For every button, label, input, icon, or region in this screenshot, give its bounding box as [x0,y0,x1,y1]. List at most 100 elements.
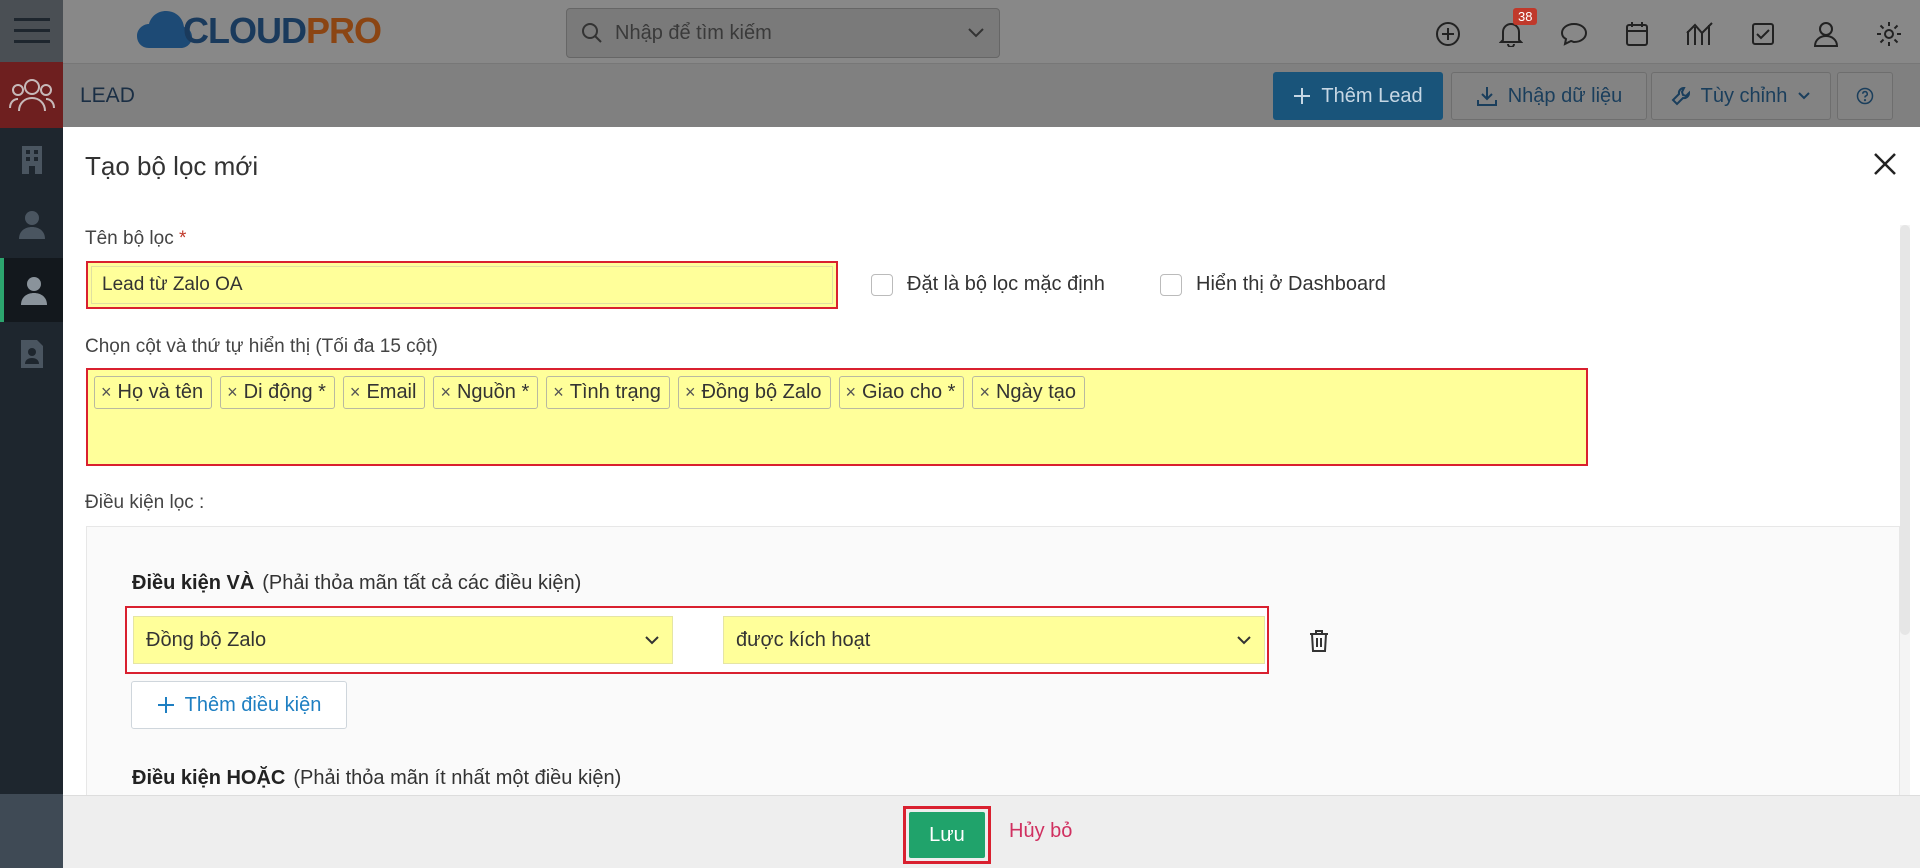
customize-dropdown[interactable]: Tùy chỉnh [1651,72,1831,120]
trash-icon[interactable] [1309,629,1329,653]
logo-accent-text: PRO [306,10,382,51]
remove-tag-icon[interactable]: × [553,382,564,403]
modal-footer: Lưu Hủy bỏ [63,795,1920,868]
quick-create-button[interactable] [1416,14,1479,54]
building-icon [21,146,42,174]
gear-icon [1876,22,1901,46]
module-title: LEAD [80,84,135,107]
settings-button[interactable] [1857,14,1920,54]
chevron-down-icon [1237,636,1251,645]
add-condition-button[interactable]: Thêm điều kiện [131,681,347,729]
and-title: Điều kiện VÀ [132,572,255,594]
sidebar-item-contacts[interactable] [0,62,63,128]
calendar-button[interactable] [1605,14,1668,54]
save-button[interactable]: Lưu [909,812,985,858]
condition-value-select[interactable]: được kích hoạt [723,616,1265,664]
chevron-down-icon [968,28,984,38]
column-tag[interactable]: × Ngày tạo [972,376,1086,409]
remove-tag-icon[interactable]: × [101,382,112,403]
menu-toggle-button[interactable] [0,0,63,62]
checkbox-box[interactable] [1160,273,1182,296]
download-icon [1476,87,1497,106]
column-tag[interactable]: × Giao cho * [838,376,965,409]
person-icon [20,277,47,305]
column-tag[interactable]: × Tình trạng [546,376,670,409]
search-placeholder: Nhập để tìm kiếm [615,21,772,44]
column-tag[interactable]: × Di động * [220,376,335,409]
module-toolbar: LEAD Thêm Lead Nhập dữ liệu Tùy chỉnh [63,64,1920,127]
add-lead-label: Thêm Lead [1321,84,1423,107]
and-description: (Phải thỏa mãn tất cả các điều kiện) [262,572,582,594]
profile-button[interactable] [1794,14,1857,54]
scrollbar-thumb[interactable] [1900,225,1910,635]
save-button-highlight: Lưu [903,806,991,864]
column-tag-label: Giao cho * [862,380,956,403]
column-tags: × Họ và tên × Di động * × Email × Nguồn * × Tình … [94,376,1580,409]
cancel-link[interactable]: Hủy bỏ [1009,820,1072,843]
modal-title: Tạo bộ lọc mới [85,151,259,181]
or-title: Điều kiện HOẶC [132,767,286,789]
left-sidebar [0,0,63,868]
sidebar-item-leads[interactable] [0,258,63,322]
column-tag[interactable]: × Email [342,376,426,409]
dashboard-checkbox[interactable]: Hiển thị ở Dashboard [1160,273,1386,296]
tasks-button[interactable] [1731,14,1794,54]
close-icon[interactable] [1870,149,1900,179]
conditions-panel: Điều kiện VÀ (Phải thỏa mãn tất cả các đi… [86,526,1900,795]
import-data-button[interactable]: Nhập dữ liệu [1451,72,1647,120]
remove-tag-icon[interactable]: × [685,382,696,403]
condition-row: Đồng bộ Zalo được kích hoạt [125,606,1269,674]
import-data-label: Nhập dữ liệu [1507,84,1623,107]
contact-card-icon [20,340,43,368]
checkbox-box[interactable] [871,273,893,296]
notifications-button[interactable]: 38 [1479,8,1542,54]
remove-tag-icon[interactable]: × [227,382,238,403]
logo-main-text: CLOUD [183,10,307,51]
calendar-icon [1625,22,1648,46]
sidebar-item-contacts-person[interactable] [0,194,63,254]
sidebar-item-organizations[interactable] [0,130,63,190]
column-tag-label: Đồng bộ Zalo [701,380,822,403]
column-tag-label: Di động * [243,380,326,403]
reports-button[interactable] [1668,14,1731,54]
chat-icon [1560,22,1587,46]
column-tag-label: Tình trạng [569,380,661,403]
condition-field-value: Đồng bộ Zalo [146,628,267,651]
chevron-down-icon [1798,92,1811,100]
column-tag[interactable]: × Đồng bộ Zalo [677,376,831,409]
and-conditions-heading: Điều kiện VÀ (Phải thỏa mãn tất cả các đi… [132,572,581,595]
create-filter-modal: Tạo bộ lọc mới Tên bộ lọc * Lead từ Zalo… [63,127,1920,795]
sidebar-item-documents[interactable] [0,324,63,384]
column-tag[interactable]: × Họ và tên [94,376,213,409]
default-filter-label: Đặt là bộ lọc mặc định [907,273,1105,295]
or-description: (Phải thỏa mãn ít nhất một điều kiện) [293,767,622,789]
filter-name-input[interactable]: Lead từ Zalo OA [91,266,833,304]
chat-button[interactable] [1542,14,1605,54]
columns-multiselect[interactable]: × Họ và tên × Di động * × Email × Nguồn * × Tình … [86,368,1588,466]
remove-tag-icon[interactable]: × [846,382,857,403]
app-logo[interactable]: CLOUDPRO [135,6,382,56]
help-button[interactable] [1837,72,1893,120]
dashboard-checkbox-label: Hiển thị ở Dashboard [1196,273,1386,295]
column-tag[interactable]: × Nguồn * [433,376,539,409]
help-icon [1856,87,1874,105]
add-condition-label: Thêm điều kiện [184,693,322,716]
filter-name-label-text: Tên bộ lọc [85,228,174,249]
remove-tag-icon[interactable]: × [979,382,990,403]
user-icon [1813,22,1838,47]
wrench-icon [1671,87,1690,106]
plus-icon [1294,88,1311,104]
person-tie-icon [18,211,45,239]
add-lead-button[interactable]: Thêm Lead [1273,72,1443,120]
conditions-label: Điều kiện lọc : [85,492,205,513]
search-box[interactable]: Nhập để tìm kiếm [566,8,1000,58]
checkbox-icon [1751,23,1774,45]
columns-label: Chọn cột và thứ tự hiển thị (Tối đa 15 c… [85,336,438,357]
condition-value-text: được kích hoạt [736,628,871,651]
or-conditions-heading: Điều kiện HOẶC (Phải thỏa mãn ít nhất một… [132,767,621,790]
sidebar-footer [0,794,63,868]
remove-tag-icon[interactable]: × [440,382,451,403]
default-filter-checkbox[interactable]: Đặt là bộ lọc mặc định [871,273,1105,296]
condition-field-select[interactable]: Đồng bộ Zalo [133,616,673,664]
remove-tag-icon[interactable]: × [350,382,361,403]
